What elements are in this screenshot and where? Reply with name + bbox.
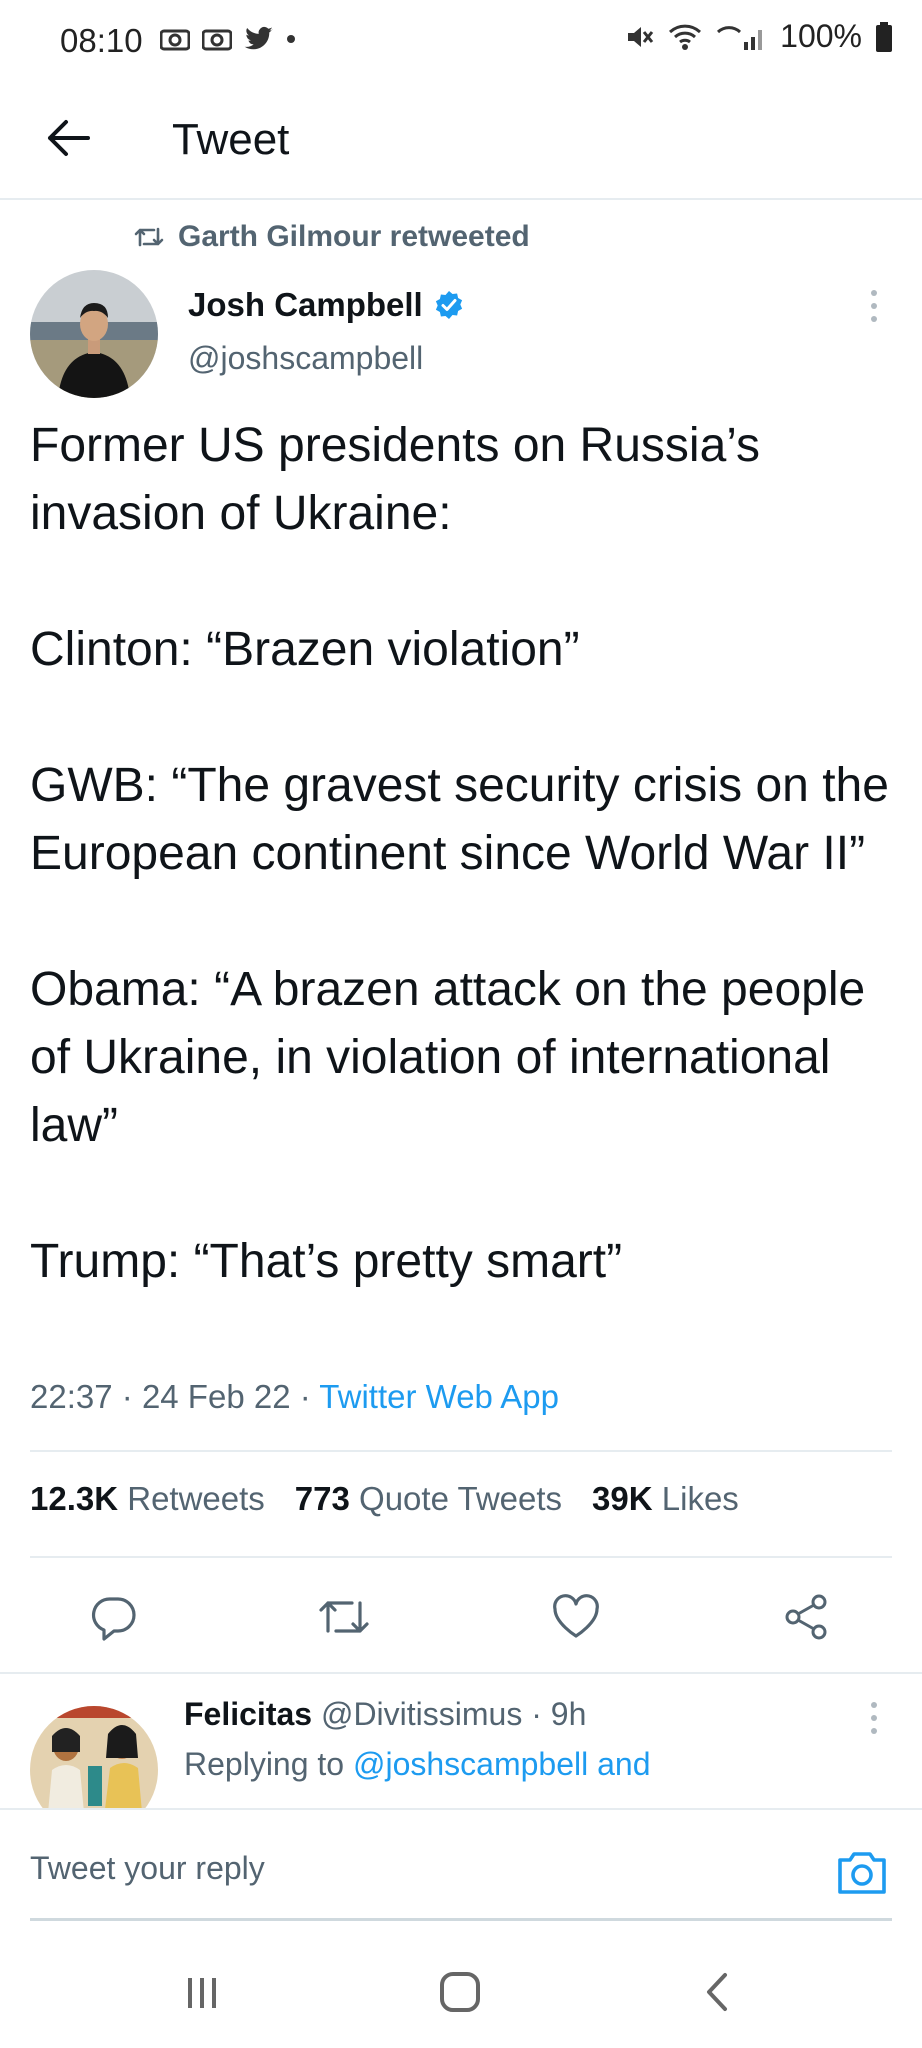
reply-button[interactable] bbox=[82, 1585, 146, 1649]
reply-author-handle: @Divitissimus bbox=[320, 1696, 523, 1732]
tweet-meta: 22:37 · 24 Feb 22 · Twitter Web App bbox=[30, 1378, 559, 1416]
quotes-label: Quote Tweets bbox=[359, 1480, 563, 1517]
retweet-action-icon bbox=[319, 1601, 369, 1633]
likes-stat[interactable]: 39K Likes bbox=[592, 1480, 739, 1518]
camera-icon bbox=[838, 1852, 886, 1894]
wifi-icon bbox=[669, 24, 702, 50]
author-avatar[interactable] bbox=[30, 270, 158, 398]
battery-icon bbox=[876, 21, 892, 52]
replying-to: Replying to @joshscampbell and bbox=[184, 1746, 651, 1783]
avatar-image bbox=[30, 270, 158, 398]
retweet-text: Garth Gilmour retweeted bbox=[178, 220, 530, 253]
reply-input[interactable]: Tweet your reply bbox=[30, 1850, 265, 1887]
retweets-count: 12.3K bbox=[30, 1480, 119, 1517]
quotes-count: 773 bbox=[294, 1480, 350, 1517]
status-right: 100% bbox=[624, 18, 892, 55]
camera-notification-icon bbox=[160, 29, 190, 51]
recent-apps-icon bbox=[188, 1978, 216, 2008]
reply-author-name: Felicitas bbox=[184, 1696, 313, 1732]
battery-text: 100% bbox=[780, 18, 862, 54]
more-options-button[interactable] bbox=[862, 288, 886, 324]
home-button[interactable] bbox=[420, 1962, 500, 2022]
reply-header[interactable]: Felicitas @Divitissimus · 9h bbox=[184, 1696, 586, 1733]
more-vertical-icon-2 bbox=[871, 1702, 877, 1734]
meta-sep-2: · bbox=[299, 1378, 320, 1415]
tweet-stats: 12.3K Retweets 773 Quote Tweets 39K Like… bbox=[30, 1480, 739, 1518]
tweet-date: 24 Feb 22 bbox=[141, 1378, 291, 1415]
divider-3 bbox=[0, 1672, 922, 1674]
quotes-stat[interactable]: 773 Quote Tweets bbox=[295, 1480, 562, 1518]
status-bar: 08:10 100% bbox=[0, 0, 922, 84]
twitter-bird-icon bbox=[244, 26, 273, 50]
system-nav-bar bbox=[0, 1938, 922, 2048]
reply-icon bbox=[91, 1597, 136, 1641]
app-header: Tweet bbox=[0, 84, 922, 200]
mute-icon bbox=[628, 26, 654, 47]
reply-sep: · bbox=[531, 1696, 551, 1732]
back-button[interactable] bbox=[36, 106, 100, 170]
share-button[interactable] bbox=[774, 1585, 838, 1649]
verified-badge-icon bbox=[435, 291, 462, 319]
reply-age: 9h bbox=[550, 1696, 587, 1732]
notification-icons bbox=[160, 26, 296, 52]
tweet-actions bbox=[30, 1585, 890, 1649]
page-title: Tweet bbox=[172, 115, 290, 164]
retweets-label: Retweets bbox=[127, 1480, 265, 1517]
likes-count: 39K bbox=[592, 1480, 653, 1517]
home-icon bbox=[440, 1972, 480, 2012]
composer-underline bbox=[30, 1918, 892, 1921]
tweet-source-link[interactable]: Twitter Web App bbox=[319, 1378, 559, 1415]
author-handle: @joshscampbell bbox=[188, 340, 424, 376]
reply-more-button[interactable] bbox=[862, 1700, 886, 1736]
replying-to-prefix: Replying to bbox=[184, 1746, 345, 1782]
retweet-button[interactable] bbox=[312, 1585, 376, 1649]
likes-label: Likes bbox=[661, 1480, 739, 1517]
back-nav-button[interactable] bbox=[676, 1962, 756, 2022]
chevron-left-icon bbox=[707, 1973, 727, 2011]
status-time: 08:10 bbox=[60, 22, 143, 59]
retweets-stat[interactable]: 12.3K Retweets bbox=[30, 1480, 265, 1518]
dot-icon bbox=[287, 35, 295, 43]
replying-to-link[interactable]: @joshscampbell and bbox=[353, 1746, 651, 1782]
retweet-icon bbox=[134, 227, 164, 247]
like-button[interactable] bbox=[544, 1585, 608, 1649]
tweet-text: Former US presidents on Russia’s invasio… bbox=[30, 419, 889, 1288]
author-name-text: Josh Campbell bbox=[188, 286, 423, 323]
arrow-left-icon bbox=[48, 120, 90, 156]
recent-apps-button[interactable] bbox=[162, 1962, 242, 2022]
camera-button[interactable] bbox=[834, 1844, 890, 1900]
signal-icon bbox=[717, 25, 763, 50]
divider-2 bbox=[30, 1556, 892, 1558]
divider bbox=[30, 1450, 892, 1452]
tweet-time: 22:37 bbox=[30, 1378, 113, 1415]
heart-icon bbox=[553, 1594, 599, 1638]
meta-sep: · bbox=[121, 1378, 142, 1415]
more-vertical-icon bbox=[871, 290, 877, 322]
retweet-attribution[interactable]: Garth Gilmour retweeted bbox=[134, 220, 530, 254]
author-name[interactable]: Josh Campbell bbox=[188, 286, 465, 324]
share-icon bbox=[785, 1594, 827, 1640]
camera-notification-icon-2 bbox=[202, 29, 232, 51]
